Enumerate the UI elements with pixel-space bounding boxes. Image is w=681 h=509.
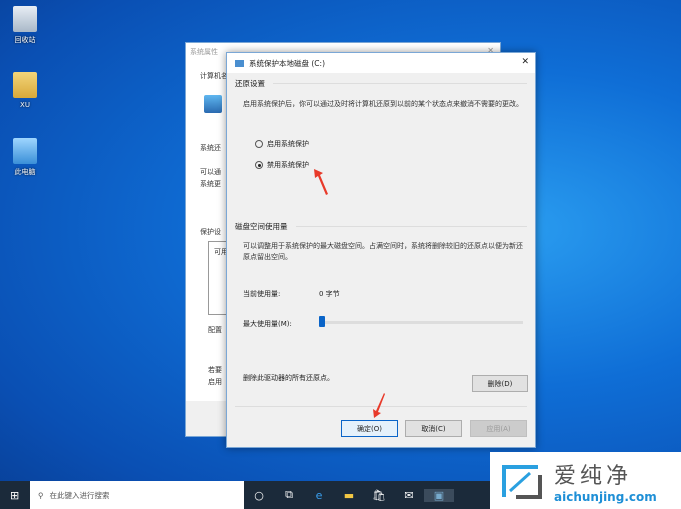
- recycle-bin-icon: [13, 6, 37, 32]
- file-explorer-icon[interactable]: ▬: [334, 489, 364, 502]
- radio-disable-protection[interactable]: 禁用系统保护: [255, 160, 309, 170]
- user-folder-icon: [13, 72, 37, 98]
- close-icon[interactable]: ✕: [521, 57, 529, 67]
- search-icon: ⚲: [38, 490, 44, 500]
- max-usage-slider[interactable]: [319, 316, 523, 327]
- start-button[interactable]: ⊞: [10, 489, 19, 502]
- shield-computer-icon: [204, 95, 222, 113]
- red-arrow-annotation: [314, 169, 328, 195]
- cortana-icon[interactable]: ○: [244, 489, 274, 502]
- taskbar-search-input[interactable]: ⚲ 在此键入进行搜索: [30, 481, 244, 509]
- desktop-icon-this-pc[interactable]: 此电脑: [0, 138, 50, 177]
- cancel-button[interactable]: 取消(C): [405, 420, 462, 437]
- red-arrow-annotation: [373, 393, 385, 418]
- disk-description: 可以调整用于系统保护的最大磁盘空间。占满空间时，系统将删除较旧的还原点以便为新还…: [243, 242, 523, 261]
- ok-button[interactable]: 确定(O): [341, 420, 398, 437]
- disk-usage-heading: 磁盘空间使用量: [235, 222, 288, 231]
- desktop-icon-user[interactable]: XU: [0, 72, 50, 109]
- restore-description: 启用系统保护后，你可以通过及时将计算机还原到以前的某个状态点来撤消不需要的更改。: [243, 100, 523, 108]
- tab-computer-name[interactable]: 计算机名: [200, 71, 228, 81]
- edge-icon[interactable]: e: [304, 489, 334, 502]
- dialog-titlebar: 系统保护本地磁盘 (C:): [227, 53, 535, 73]
- current-usage-value: 0 字节: [319, 290, 340, 298]
- drive-icon: [235, 59, 244, 67]
- mail-icon[interactable]: ✉: [394, 489, 424, 502]
- system-protection-dialog: 系统保护本地磁盘 (C:) ✕ 还原设置 启用系统保护后，你可以通过及时将计算机…: [226, 52, 536, 448]
- task-view-icon[interactable]: ⧉: [274, 488, 304, 502]
- watermark-logo: 爱纯净 aichunjing.com: [490, 452, 681, 509]
- slider-thumb[interactable]: [319, 316, 325, 327]
- radio-enable-protection[interactable]: 启用系统保护: [255, 139, 309, 149]
- restore-settings-heading: 还原设置: [235, 79, 265, 88]
- store-icon[interactable]: 🛍: [364, 489, 394, 502]
- desktop-icon-recycle-bin[interactable]: 回收站: [0, 6, 50, 45]
- computer-icon: [13, 138, 37, 164]
- system-properties-taskbar-icon[interactable]: ▣: [424, 488, 454, 502]
- watermark-logo-icon: [502, 464, 542, 499]
- apply-button[interactable]: 应用(A): [470, 420, 527, 437]
- delete-button[interactable]: 删除(D): [472, 375, 528, 392]
